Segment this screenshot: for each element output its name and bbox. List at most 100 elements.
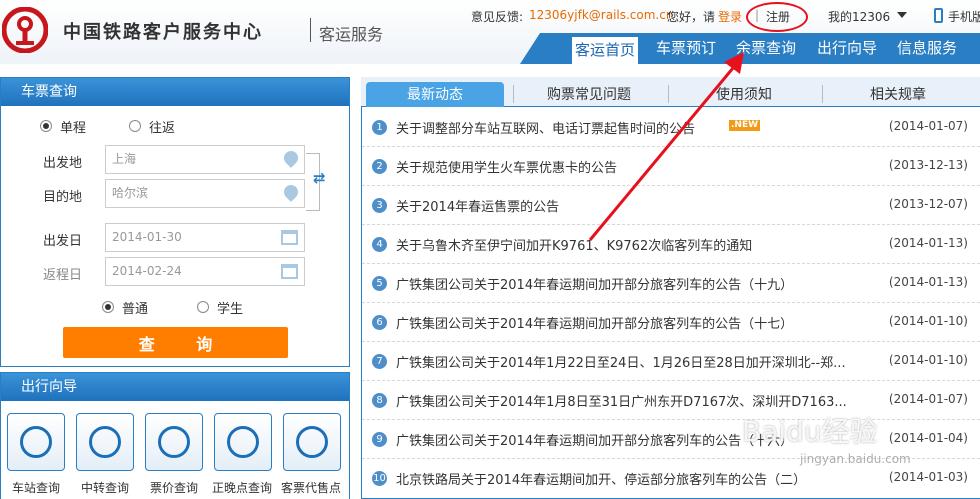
guide-fare-label[interactable]: 票价查询	[150, 479, 198, 496]
greeting-text: 您好，请	[667, 10, 716, 24]
item-number: 9	[372, 432, 387, 447]
to-station-input[interactable]: 哈尔滨	[105, 179, 305, 208]
guide-delay-label[interactable]: 正晚点查询	[212, 479, 272, 496]
student-ticket-radio[interactable]	[197, 301, 209, 313]
item-number: 4	[372, 237, 387, 252]
depart-date-label: 出发日	[43, 234, 83, 249]
news-date: (2014-01-04)	[888, 431, 968, 445]
news-title[interactable]: 关于2014年春运售票的公告	[396, 196, 559, 215]
ticket-agency-glyph	[296, 426, 328, 458]
news-item[interactable]: 5 广铁集团公司关于2014年春运期间加开部分旅客列车的公告（十九） (2014…	[362, 264, 980, 303]
guide-agency-label[interactable]: 客票代售点	[281, 479, 341, 496]
return-date-input[interactable]: 2014-02-24	[105, 257, 305, 286]
news-title[interactable]: 广铁集团公司关于2014年春运期间加开部分旅客列车的公告（十九）	[396, 274, 793, 293]
round-trip-label: 往返	[149, 121, 176, 136]
news-item[interactable]: 7 广铁集团公司关于2014年1月22日至24日、1月26日至28日加开深圳北-…	[362, 342, 980, 381]
nav-item-home[interactable]: 客运首页	[572, 37, 639, 64]
nav-item-travel-guide[interactable]: 出行向导	[817, 33, 877, 64]
news-item[interactable]: 3 关于2014年春运售票的公告 (2013-12-07)	[362, 186, 980, 225]
chevron-down-icon[interactable]	[897, 12, 907, 18]
ticket-query-title: 车票查询	[1, 78, 349, 106]
clock-glyph	[227, 426, 259, 458]
tab-latest-news[interactable]: 最新动态	[366, 82, 504, 107]
news-title[interactable]: 北京铁路局关于2014年春运期间加开、停运部分旅客列车的公告（二）	[396, 469, 806, 488]
travel-guide-title: 出行向导	[1, 373, 349, 401]
ticket-agency-icon[interactable]	[283, 413, 341, 471]
tab-divider	[513, 85, 514, 103]
feedback-label: 意见反馈:	[471, 10, 524, 24]
news-title[interactable]: 广铁集团公司关于2014年春运期间加开部分旅客列车的公告（十七）	[396, 313, 793, 332]
tab-purchase-faq[interactable]: 购票常见问题	[520, 82, 658, 107]
location-pin-icon[interactable]	[281, 148, 301, 168]
tab-divider	[668, 85, 669, 103]
one-way-label: 单程	[60, 121, 87, 136]
feedback-email-link[interactable]: 12306yjfk@rails.com.cn	[529, 8, 673, 22]
news-item[interactable]: 6 广铁集团公司关于2014年春运期间加开部分旅客列车的公告（十七） (2014…	[362, 303, 980, 342]
transfer-glyph	[89, 426, 121, 458]
adult-ticket-label: 普通	[122, 302, 149, 317]
guide-transfer-label[interactable]: 中转查询	[81, 479, 129, 496]
news-title[interactable]: 关于调整部分车站互联网、电话订票起售时间的公告	[396, 118, 695, 137]
nav-item-booking[interactable]: 车票预订	[656, 33, 716, 64]
location-pin-icon[interactable]	[281, 182, 301, 202]
depart-date-value: 2014-01-30	[112, 230, 182, 244]
nav-item-remaining-tickets[interactable]: 余票查询	[736, 33, 796, 64]
item-number: 10	[372, 471, 387, 486]
news-item[interactable]: 8 广铁集团公司关于2014年1月8日至31日广州东开D7167次、深圳开D71…	[362, 381, 980, 420]
mobile-version-link[interactable]: 手机版	[948, 8, 980, 25]
news-title[interactable]: 广铁集团公司关于2014年春运期间加开部分旅客列车的公告（十六）	[396, 430, 793, 449]
news-item[interactable]: 2 关于规范使用学生火车票优惠卡的公告 (2013-12-13)	[362, 147, 980, 186]
my-account-menu[interactable]: 我的12306	[828, 8, 890, 25]
tab-regulations[interactable]: 相关规章	[829, 82, 967, 107]
new-badge: .NEW	[729, 120, 761, 131]
item-number: 6	[372, 315, 387, 330]
item-number: 8	[372, 393, 387, 408]
news-title[interactable]: 关于规范使用学生火车票优惠卡的公告	[396, 157, 617, 176]
station-icon[interactable]	[7, 413, 65, 471]
tab-usage-notes[interactable]: 使用须知	[675, 82, 813, 107]
title-separator	[310, 18, 311, 42]
guide-station-label[interactable]: 车站查询	[12, 479, 60, 496]
site-title: 中国铁路客户服务中心	[63, 22, 263, 43]
item-number: 2	[372, 159, 387, 174]
fare-icon[interactable]	[145, 413, 203, 471]
news-title[interactable]: 广铁集团公司关于2014年1月8日至31日广州东开D7167次、深圳开D7163…	[396, 391, 847, 410]
news-item[interactable]: 4 关于乌鲁木齐至伊宁间加开K9761、K9762次临客列车的通知 (2014-…	[362, 225, 980, 264]
from-station-value: 上海	[112, 152, 137, 166]
item-number: 1	[372, 120, 387, 135]
nav-item-info-service[interactable]: 信息服务	[897, 33, 957, 64]
mobile-phone-icon[interactable]	[934, 8, 943, 23]
login-link[interactable]: 登录	[718, 8, 742, 25]
news-item[interactable]: 1 关于调整部分车站互联网、电话订票起售时间的公告 .NEW (2014-01-…	[362, 108, 980, 147]
item-number: 7	[372, 354, 387, 369]
return-date-value: 2014-02-24	[112, 264, 182, 278]
news-title[interactable]: 关于乌鲁木齐至伊宁间加开K9761、K9762次临客列车的通知	[396, 235, 752, 254]
news-date: (2014-01-07)	[888, 392, 968, 406]
news-date: (2014-01-03)	[888, 470, 968, 484]
news-date: (2014-01-10)	[888, 314, 968, 328]
transfer-icon[interactable]	[76, 413, 134, 471]
adult-ticket-radio[interactable]	[102, 301, 114, 313]
from-station-input[interactable]: 上海	[105, 145, 305, 174]
annotation-circle	[746, 2, 808, 32]
to-label: 目的地	[43, 190, 83, 205]
one-way-radio[interactable]	[40, 120, 52, 132]
station-glyph	[20, 426, 52, 458]
calendar-icon[interactable]	[281, 230, 298, 245]
news-date: (2014-01-13)	[888, 275, 968, 289]
to-station-value: 哈尔滨	[112, 186, 149, 200]
swap-stations-icon[interactable]: ⇄	[313, 171, 329, 186]
query-button[interactable]: 查 询	[63, 327, 288, 358]
news-date: (2013-12-07)	[888, 197, 968, 211]
news-title[interactable]: 广铁集团公司关于2014年1月22日至24日、1月26日至28日加开深圳北--郑…	[396, 352, 846, 371]
news-date: (2014-01-13)	[888, 236, 968, 250]
calendar-icon[interactable]	[281, 264, 298, 279]
depart-date-input[interactable]: 2014-01-30	[105, 223, 305, 252]
student-ticket-label: 学生	[217, 302, 244, 317]
round-trip-radio[interactable]	[129, 120, 141, 132]
news-date: (2013-12-13)	[888, 158, 968, 172]
clock-icon[interactable]	[214, 413, 272, 471]
site-subtitle: 客运服务	[319, 25, 384, 44]
item-number: 3	[372, 198, 387, 213]
news-date: (2014-01-07)	[888, 119, 968, 133]
